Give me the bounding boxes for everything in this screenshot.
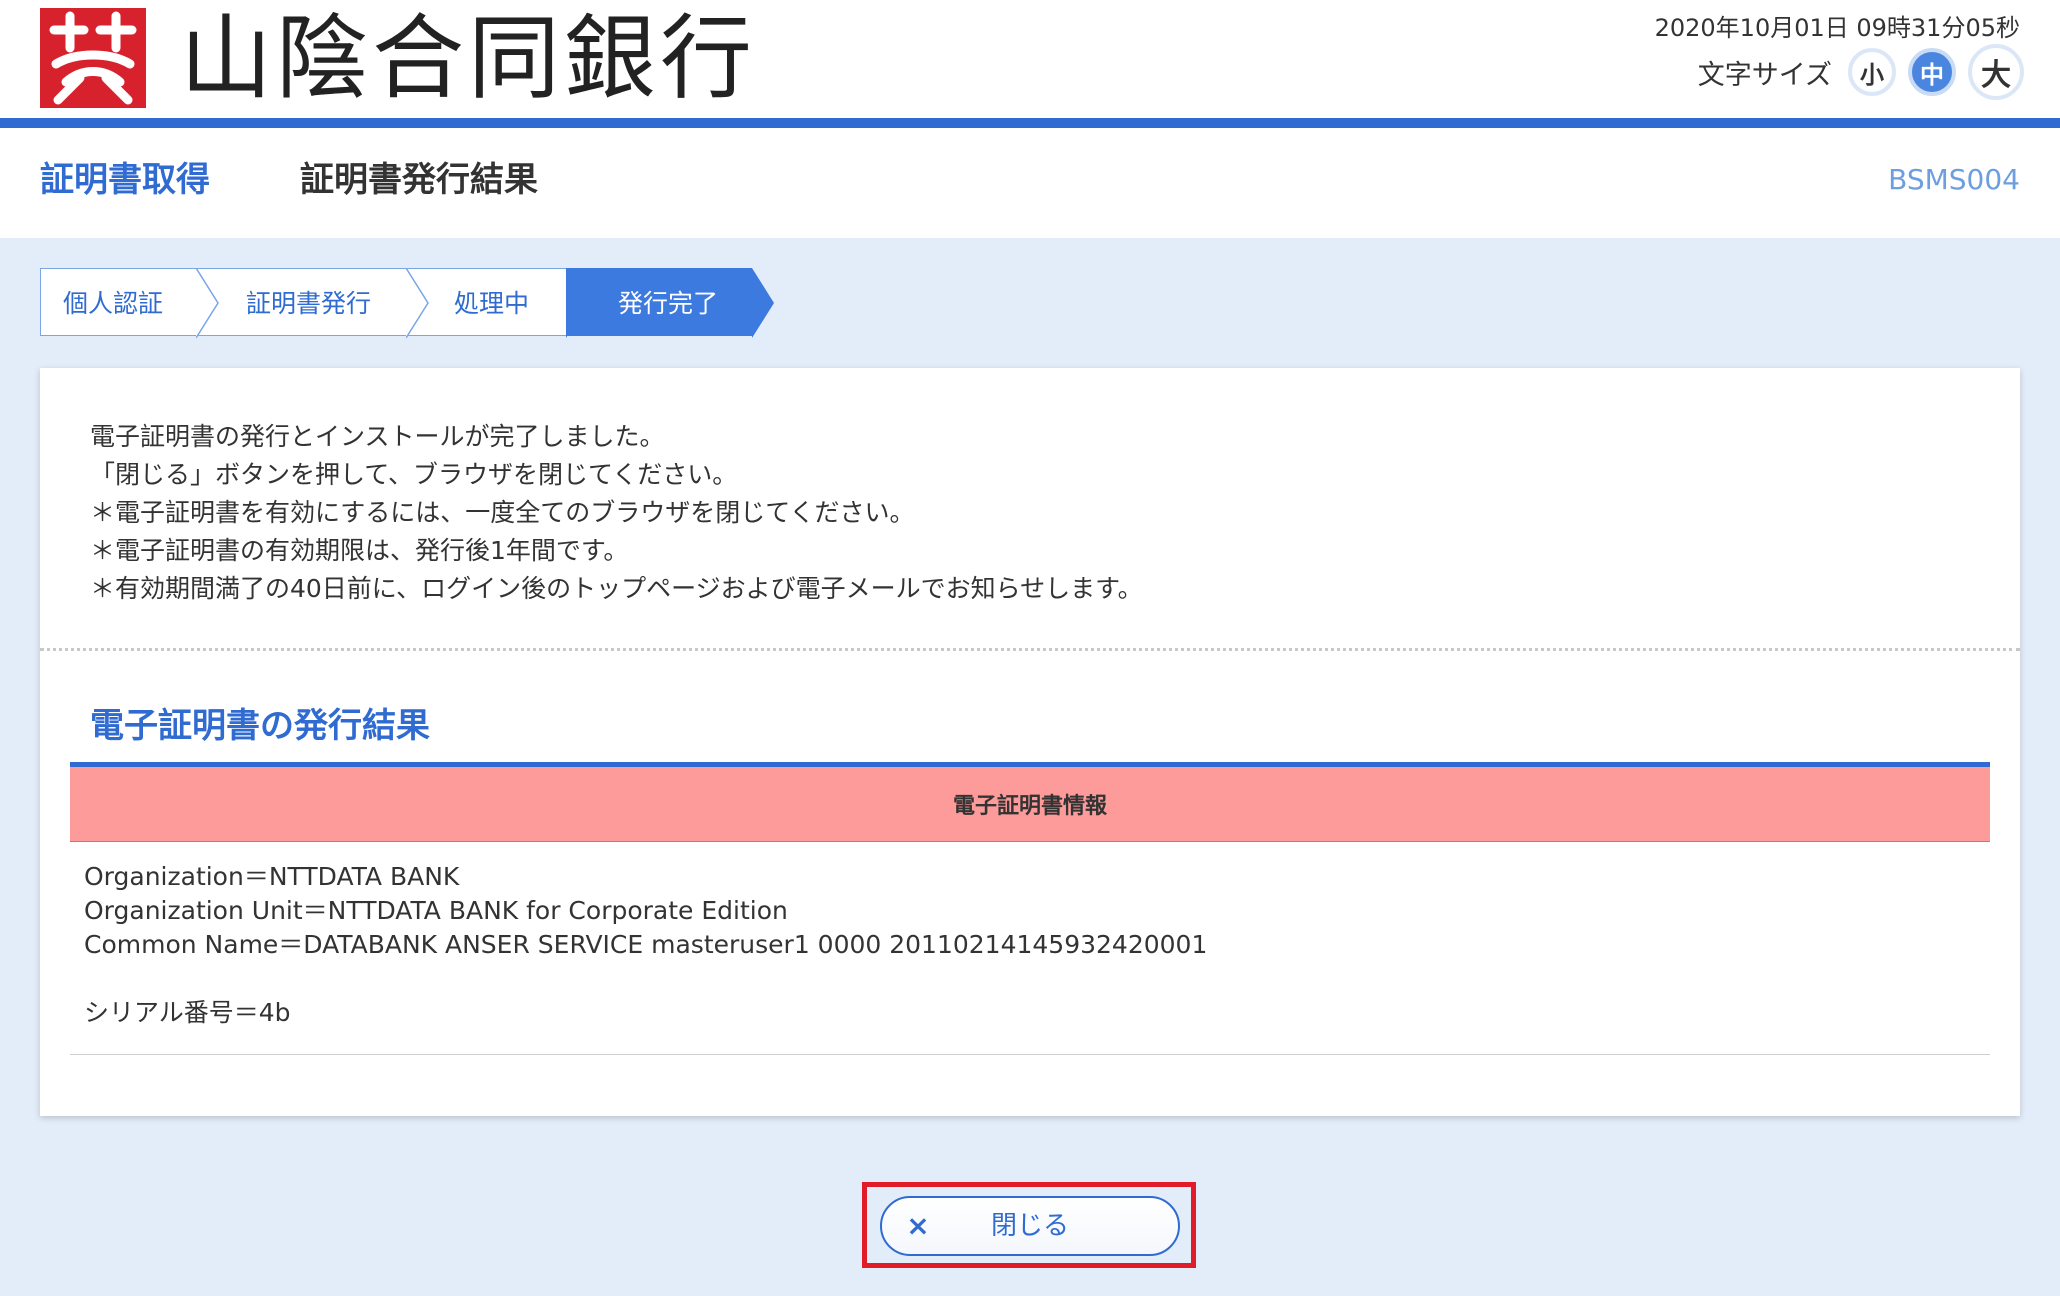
completion-messages: 電子証明書の発行とインストールが完了しました。 「閉じる」ボタンを押して、ブラウ… bbox=[90, 418, 1143, 608]
screen-id: BSMS004 bbox=[1888, 163, 2020, 196]
step-complete: 発行完了 bbox=[566, 268, 774, 338]
close-button[interactable]: × 閉じる bbox=[880, 1196, 1180, 1256]
cert-info-line: Organization Unit＝NTTDATA BANK for Corpo… bbox=[84, 896, 788, 925]
step-cert-issue: 証明書発行 bbox=[196, 268, 429, 338]
step-arrow-icon bbox=[196, 268, 220, 338]
step-label: 証明書発行 bbox=[246, 289, 372, 318]
close-button-label: 閉じる bbox=[990, 1211, 1069, 1241]
step-label: 発行完了 bbox=[618, 289, 719, 318]
header-divider bbox=[0, 118, 2060, 128]
message-line: ＊電子証明書を有効にするには、一度全てのブラウザを閉じてください。 bbox=[90, 498, 915, 527]
site-header: 山陰合同銀行 2020年10月01日 09時31分05秒 文字サイズ 小 中 大 bbox=[0, 0, 2060, 118]
page-title: 証明書発行結果 bbox=[300, 160, 538, 200]
bank-logo-icon bbox=[40, 8, 146, 108]
step-label: 処理中 bbox=[454, 289, 530, 318]
cert-info-divider bbox=[70, 1054, 1990, 1055]
message-line: ＊有効期間満了の40日前に、ログイン後のトップページおよび電子メールでお知らせし… bbox=[90, 574, 1143, 603]
step-personal-auth: 個人認証 bbox=[40, 268, 219, 338]
progress-steps: 個人認証 証明書発行 処理中 発行完了 bbox=[40, 268, 774, 338]
page-category-title: 証明書取得 bbox=[40, 160, 210, 200]
bank-name: 山陰合同銀行 bbox=[180, 5, 757, 112]
step-arrow-icon bbox=[406, 268, 430, 338]
font-size-medium-button[interactable]: 中 bbox=[1908, 48, 1956, 96]
font-size-small-button[interactable]: 小 bbox=[1848, 48, 1896, 96]
font-size-label: 文字サイズ bbox=[1697, 59, 1832, 91]
step-processing: 処理中 bbox=[406, 268, 588, 338]
step-arrow-icon bbox=[566, 268, 590, 338]
font-size-selector: 文字サイズ 小 中 大 bbox=[1698, 42, 2024, 102]
result-section-title: 電子証明書の発行結果 bbox=[90, 706, 430, 746]
section-divider bbox=[40, 648, 2020, 651]
cert-info-line: シリアル番号＝4b bbox=[84, 998, 291, 1027]
message-line: 「閉じる」ボタンを押して、ブラウザを閉じてください。 bbox=[90, 460, 738, 489]
cert-info-line: Common Name＝DATABANK ANSER SERVICE maste… bbox=[84, 930, 1208, 959]
cert-info-body: Organization＝NTTDATA BANK Organization U… bbox=[84, 860, 1207, 1030]
message-line: ＊電子証明書の有効期限は、発行後1年間です。 bbox=[90, 536, 629, 565]
font-size-large-button[interactable]: 大 bbox=[1968, 44, 2024, 100]
result-card: 電子証明書の発行とインストールが完了しました。 「閉じる」ボタンを押して、ブラウ… bbox=[40, 368, 2020, 1116]
step-arrow-icon bbox=[752, 268, 776, 338]
message-line: 電子証明書の発行とインストールが完了しました。 bbox=[90, 422, 665, 451]
current-datetime: 2020年10月01日 09時31分05秒 bbox=[1654, 14, 2020, 42]
step-label: 個人認証 bbox=[63, 289, 164, 318]
cert-info-header: 電子証明書情報 bbox=[70, 762, 1990, 842]
cert-info-line bbox=[84, 962, 1207, 996]
page-titlebar: 証明書取得 証明書発行結果 BSMS004 bbox=[0, 128, 2060, 238]
cert-info-line: Organization＝NTTDATA BANK bbox=[84, 862, 460, 891]
